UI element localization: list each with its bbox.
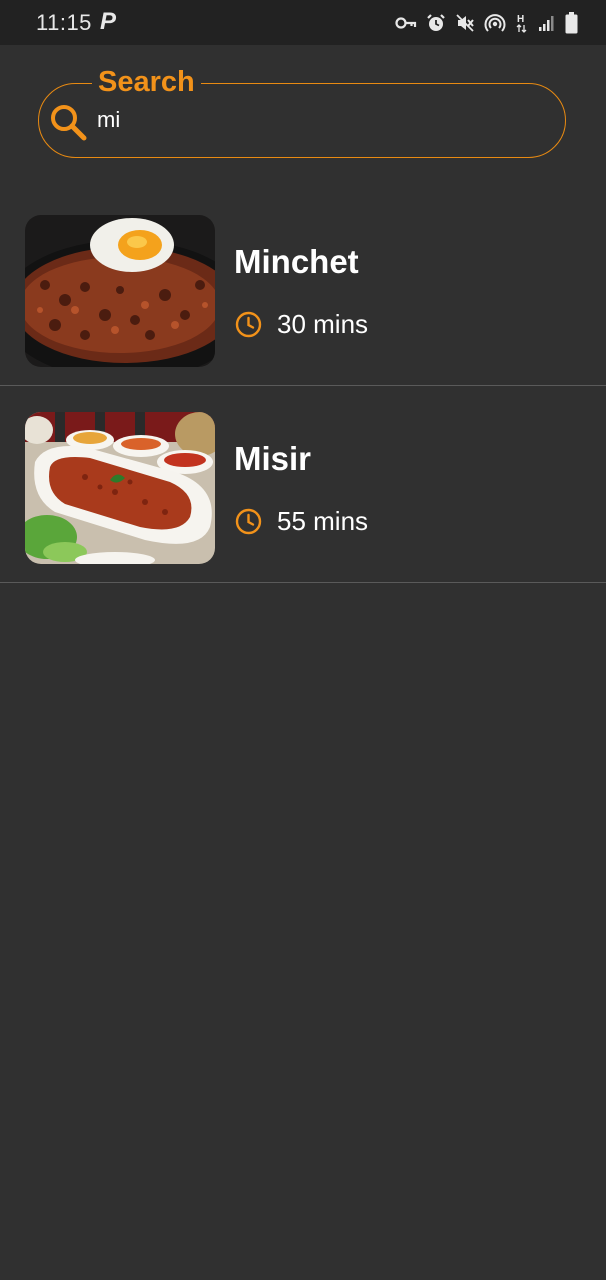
h-plus-data-icon: H — [515, 12, 529, 34]
vpn-key-icon — [395, 16, 417, 30]
recipe-time: 30 mins — [277, 309, 369, 339]
recipe-name: Minchet — [234, 243, 359, 280]
status-time: 11:15 — [36, 10, 92, 35]
misir-dish-image — [25, 412, 215, 564]
svg-text:H: H — [517, 14, 524, 25]
status-bar: 11:15 P H — [0, 0, 606, 45]
mute-icon — [455, 13, 475, 33]
status-icons: H — [395, 11, 578, 35]
alarm-icon — [426, 13, 446, 33]
minchet-dish-image — [25, 215, 215, 367]
clock-icon — [235, 508, 262, 540]
search-label: Search — [92, 64, 201, 100]
recipe-list-item[interactable]: Minchet 30 mins — [0, 190, 606, 386]
clock-icon — [235, 311, 262, 343]
signal-icon — [538, 14, 556, 32]
recipe-time: 55 mins — [277, 506, 369, 536]
hotspot-icon — [484, 12, 506, 34]
search-input[interactable] — [97, 104, 517, 136]
app-indicator-icon: P — [100, 8, 117, 35]
recipe-list-item[interactable]: Misir 55 mins — [0, 387, 606, 583]
search-icon — [48, 102, 88, 147]
recipe-name: Misir — [234, 440, 312, 477]
battery-icon — [565, 12, 578, 34]
